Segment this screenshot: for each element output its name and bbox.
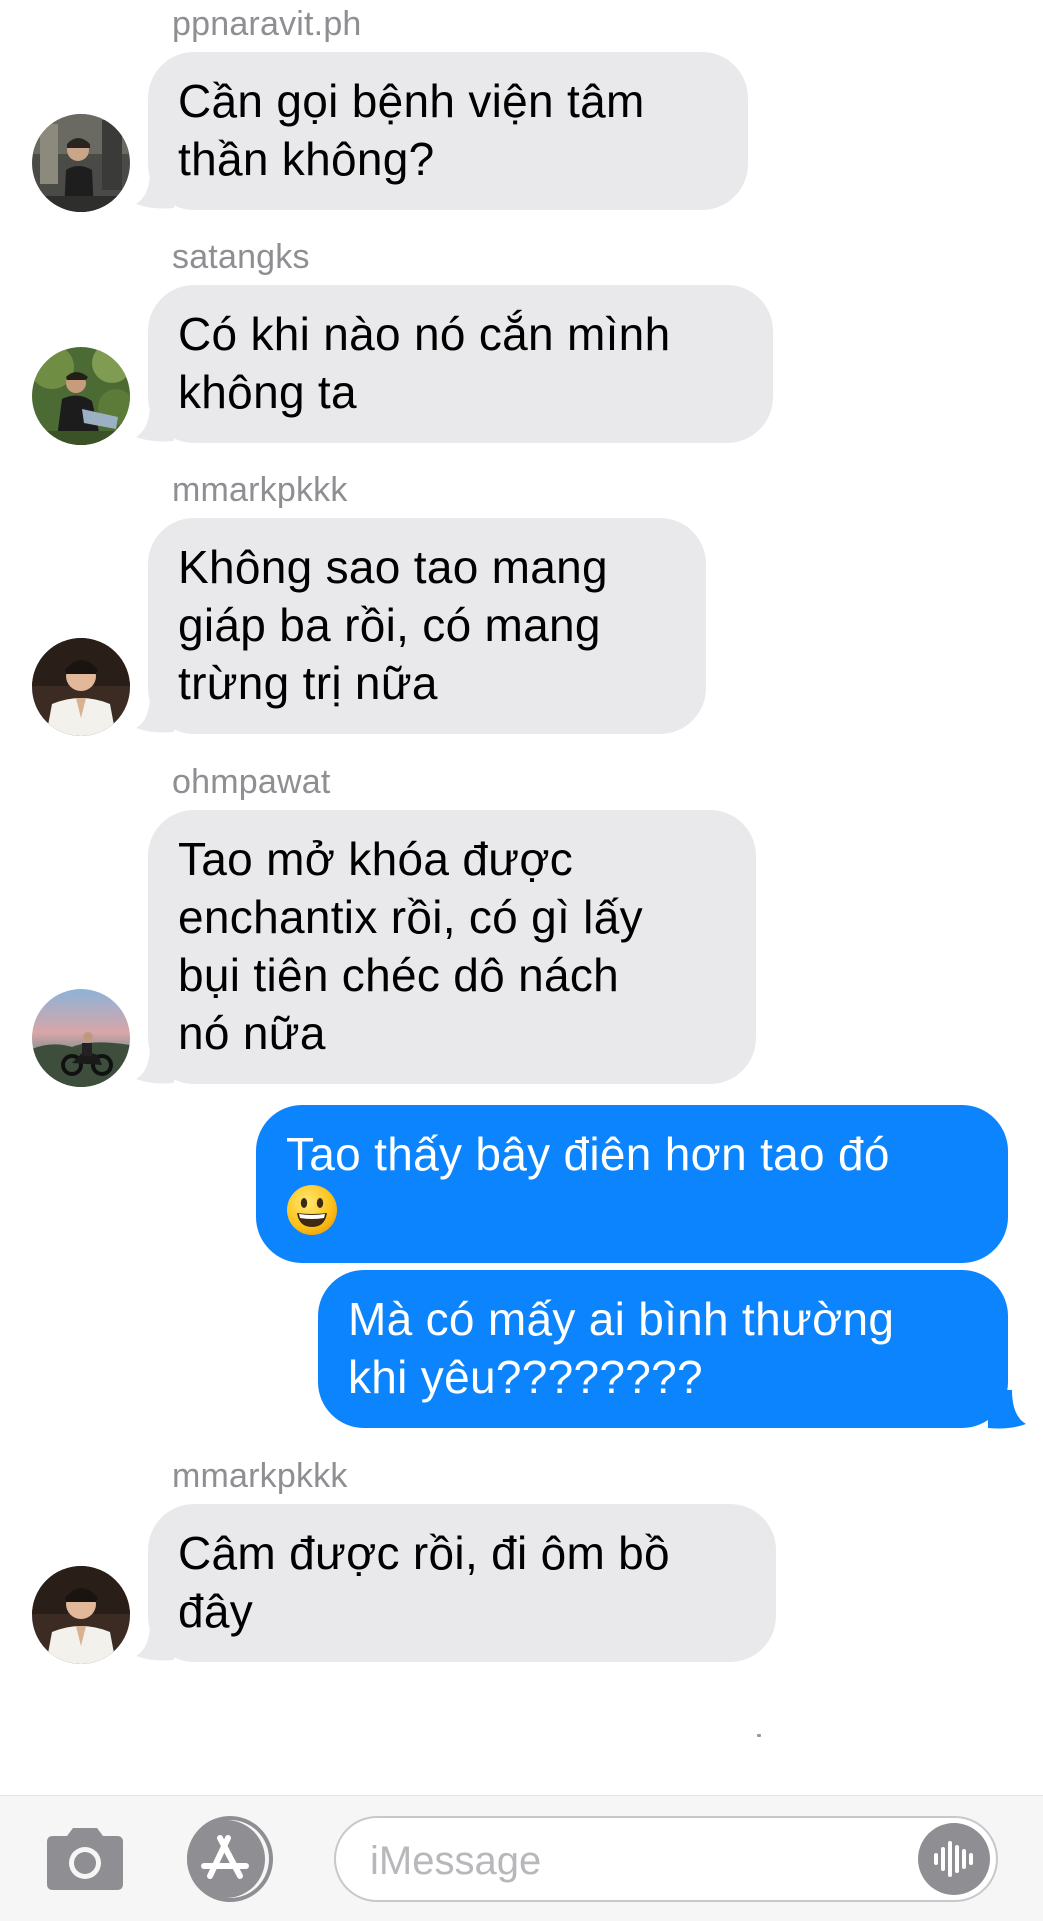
message-line: bụi tiên chéc dô nách xyxy=(178,949,620,1001)
message-line: Mà có mấy ai bình thường xyxy=(348,1293,895,1345)
message-bubble-incoming[interactable]: Câm được rồi, đi ôm bồ đây xyxy=(148,1504,776,1662)
sender-name: mmarkpkkk xyxy=(172,1457,348,1495)
sender-name: ohmpawat xyxy=(172,763,331,801)
avatar[interactable] xyxy=(32,347,130,445)
message-line: Không sao tao mang xyxy=(178,541,608,593)
message-line: Tao mở khóa được xyxy=(178,833,574,885)
message-bubble-incoming[interactable]: Không sao tao mang giáp ba rồi, có mang … xyxy=(148,518,706,734)
message-line: nó nữa xyxy=(178,1007,326,1059)
message-line: Có khi nào nó cắn mình xyxy=(178,308,671,360)
message-thread: ppnaravit.ph Cần gọi bệnh viện tâm thần … xyxy=(0,0,1043,1795)
sender-name: mmarkpkkk xyxy=(172,471,348,509)
avatar[interactable] xyxy=(32,114,130,212)
message-line: thần không? xyxy=(178,133,435,185)
message-line: giáp ba rồi, có mang xyxy=(178,599,601,651)
stray-mark xyxy=(757,1734,761,1737)
grinning-face-emoji xyxy=(286,1183,978,1241)
message-line: Câm được rồi, đi ôm bồ xyxy=(178,1527,670,1579)
camera-icon[interactable] xyxy=(42,1824,128,1894)
message-input-bar: iMessage xyxy=(0,1795,1043,1921)
app-store-icon[interactable] xyxy=(182,1816,278,1902)
message-line: trừng trị nữa xyxy=(178,657,438,709)
message-line: khi yêu???????? xyxy=(348,1351,703,1403)
message-bubble-incoming[interactable]: Có khi nào nó cắn mình không ta xyxy=(148,285,773,443)
avatar[interactable] xyxy=(32,1566,130,1664)
message-line: đây xyxy=(178,1585,254,1637)
sender-name: satangks xyxy=(172,238,310,276)
message-bubble-outgoing[interactable]: Tao thấy bây điên hơn tao đó xyxy=(256,1105,1008,1263)
sender-name: ppnaravit.ph xyxy=(172,5,362,43)
avatar[interactable] xyxy=(32,989,130,1087)
avatar[interactable] xyxy=(32,638,130,736)
message-bubble-incoming[interactable]: Tao mở khóa được enchantix rồi, có gì lấ… xyxy=(148,810,756,1084)
message-line: enchantix rồi, có gì lấy xyxy=(178,891,643,943)
message-bubble-incoming[interactable]: Cần gọi bệnh viện tâm thần không? xyxy=(148,52,748,210)
imessage-input[interactable]: iMessage xyxy=(334,1816,998,1902)
imessage-placeholder: iMessage xyxy=(370,1839,542,1883)
message-bubble-outgoing[interactable]: Mà có mấy ai bình thường khi yêu???????? xyxy=(318,1270,1008,1428)
waveform-icon[interactable] xyxy=(918,1823,990,1895)
message-line: Cần gọi bệnh viện tâm xyxy=(178,75,645,127)
message-line: không ta xyxy=(178,366,357,418)
message-line: Tao thấy bây điên hơn tao đó xyxy=(286,1128,890,1180)
